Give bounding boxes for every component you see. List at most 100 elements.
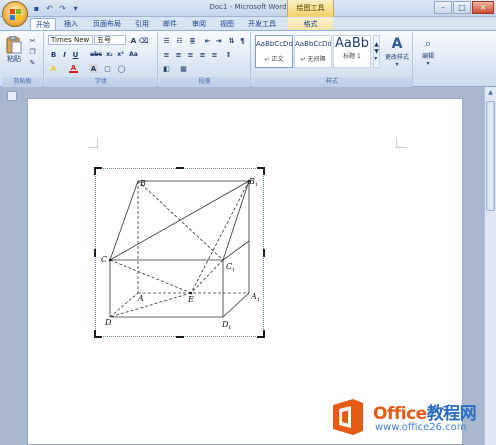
align-right-icon[interactable]: ≡ (186, 50, 195, 59)
ruler-toggle-icon[interactable] (7, 91, 17, 101)
style-heading-1[interactable]: AaBb 标题 1 (333, 35, 371, 68)
style-no-spacing-sample: AaBbCcDd (295, 40, 331, 48)
align-center-icon[interactable]: ≡ (174, 50, 183, 59)
watermark-brand-cn: 教程网 (426, 404, 477, 424)
align-left-icon[interactable]: ≡ (162, 50, 171, 59)
edge-C-E (109, 259, 192, 294)
clipboard-group: 粘贴 ✂ ❐ ✎ 剪贴板 (2, 32, 44, 87)
decrease-indent-icon[interactable]: ⇤ (203, 36, 212, 45)
font-group: Times New R 五号 A ⌫ B I U abc x₂ x² Aa A … (45, 32, 158, 87)
change-styles-label: 更改样式 (384, 53, 409, 61)
subscript-button[interactable]: x₂ (105, 50, 114, 59)
change-case-button[interactable]: Aa (129, 50, 138, 59)
title-bar: ▪ ↶ ↷ ▾ Doc1 - Microsoft Word 绘图工具 – □ × (0, 0, 496, 17)
ribbon: 粘贴 ✂ ❐ ✎ 剪贴板 Times New R 五号 A ⌫ B I U ab… (0, 30, 496, 87)
editing-button[interactable]: ⌕ 编辑 ▾ (416, 35, 440, 68)
borders-icon[interactable]: ▦ (179, 64, 188, 73)
crop-mark-top-right (396, 138, 406, 148)
close-button[interactable]: × (472, 1, 494, 14)
change-styles-icon: A (391, 35, 403, 52)
tab-developer[interactable]: 开发工具 (245, 18, 279, 30)
crop-mark-top-left (88, 138, 98, 148)
paste-button[interactable]: 粘贴 (4, 34, 24, 66)
label-C1-sub: 1 (232, 267, 235, 273)
edge-C-B (109, 180, 139, 261)
edge-B-C1 (137, 180, 224, 261)
scroll-up-icon[interactable]: ▲ (486, 89, 495, 98)
distribute-icon[interactable]: ≡ (210, 50, 219, 59)
show-marks-icon[interactable]: ¶ (238, 36, 247, 45)
tab-references[interactable]: 引用 (131, 18, 153, 30)
edge-D1-A1 (222, 292, 250, 318)
tab-view[interactable]: 视图 (216, 18, 238, 30)
office-logo-icon (10, 9, 21, 20)
sort-icon[interactable]: ⇅ (227, 36, 236, 45)
vertical-ruler-area (0, 87, 27, 445)
styles-group: AaBbCcDd ↵ 正文 AaBbCcDd ↵ 无间隔 AaBb 标题 1 ▲… (252, 32, 413, 87)
style-no-spacing[interactable]: AaBbCcDd ↵ 无间隔 (294, 35, 332, 68)
cut-icon[interactable]: ✂ (28, 36, 37, 45)
font-name-combo[interactable]: Times New R (48, 35, 93, 45)
maximize-button[interactable]: □ (453, 1, 471, 14)
tab-page-layout[interactable]: 页面布局 (88, 18, 126, 30)
tab-home[interactable]: 开始 (30, 18, 56, 30)
increase-indent-icon[interactable]: ⇥ (214, 36, 223, 45)
label-B1-sub: 1 (255, 182, 258, 188)
watermark-brand-main: Office (373, 404, 427, 424)
edge-B1-C1 (222, 180, 250, 261)
line-spacing-icon[interactable]: ↕ (224, 50, 233, 59)
style-normal-sample: AaBbCcDd (256, 40, 292, 48)
minimize-button[interactable]: – (434, 1, 452, 14)
grow-font-icon[interactable]: A (129, 36, 138, 45)
style-normal[interactable]: AaBbCcDd ↵ 正文 (255, 35, 293, 68)
label-C: C (101, 255, 107, 264)
change-styles-button[interactable]: A 更改样式 ▾ (382, 35, 412, 68)
edge-D-A (109, 292, 139, 318)
geometry-figure[interactable]: B B 1 C C 1 A E A 1 D D 1 (94, 167, 265, 338)
bold-button[interactable]: B (49, 50, 58, 59)
italic-button[interactable]: I (60, 50, 69, 59)
context-tab-group-label: 绘图工具 (287, 0, 334, 17)
justify-icon[interactable]: ≡ (198, 50, 207, 59)
tab-insert[interactable]: 插入 (59, 18, 83, 30)
office-logo-icon (333, 399, 363, 435)
figure-drawing: B B 1 C C 1 A E A 1 D D 1 (101, 177, 260, 331)
edge-E-D (109, 292, 192, 318)
tab-review[interactable]: 审阅 (188, 18, 210, 30)
format-painter-icon[interactable]: ✎ (28, 58, 37, 67)
superscript-button[interactable]: x² (116, 50, 125, 59)
tab-mailings[interactable]: 邮件 (159, 18, 181, 30)
label-A: A (137, 294, 144, 303)
tab-format[interactable]: 格式 (288, 18, 333, 30)
underline-button[interactable]: U (71, 50, 80, 59)
label-A1-sub: 1 (257, 297, 260, 303)
site-watermark: Office教程网 www.office26.com (329, 397, 491, 441)
editing-label: 编辑 (421, 52, 434, 60)
bullets-icon[interactable]: ☰ (162, 36, 171, 45)
copy-icon[interactable]: ❐ (28, 47, 37, 56)
label-D: D (104, 318, 112, 327)
label-B1: B (248, 177, 255, 186)
clear-format-icon[interactable]: ⌫ (139, 36, 149, 45)
scroll-thumb[interactable] (486, 101, 495, 211)
numbering-icon[interactable]: ☷ (175, 36, 184, 45)
font-color-button[interactable]: A (69, 64, 78, 73)
shading-icon[interactable]: ◧ (162, 64, 171, 73)
char-border-icon[interactable]: ▢ (103, 64, 112, 73)
highlight-button[interactable]: A (49, 64, 58, 73)
strikethrough-button[interactable]: abc (89, 50, 103, 59)
office-button[interactable] (2, 1, 28, 27)
char-shading-button[interactable]: A (89, 64, 98, 73)
multilevel-list-icon[interactable]: ≣ (188, 36, 197, 45)
label-E: E (187, 295, 194, 304)
style-normal-name: ↵ 正文 (264, 56, 284, 63)
window-controls: – □ × (434, 1, 494, 14)
enclose-char-icon[interactable]: ◯ (117, 64, 126, 73)
document-page[interactable]: B B 1 C C 1 A E A 1 D D 1 (27, 98, 463, 445)
styles-scroll-button[interactable]: ▲ ▼ ▾ (373, 35, 380, 68)
label-B: B (139, 179, 146, 188)
font-size-combo[interactable]: 五号 (94, 35, 126, 45)
vertical-scrollbar[interactable]: ▲ (484, 87, 496, 445)
point-C (108, 258, 112, 262)
label-A1: A (250, 292, 257, 301)
